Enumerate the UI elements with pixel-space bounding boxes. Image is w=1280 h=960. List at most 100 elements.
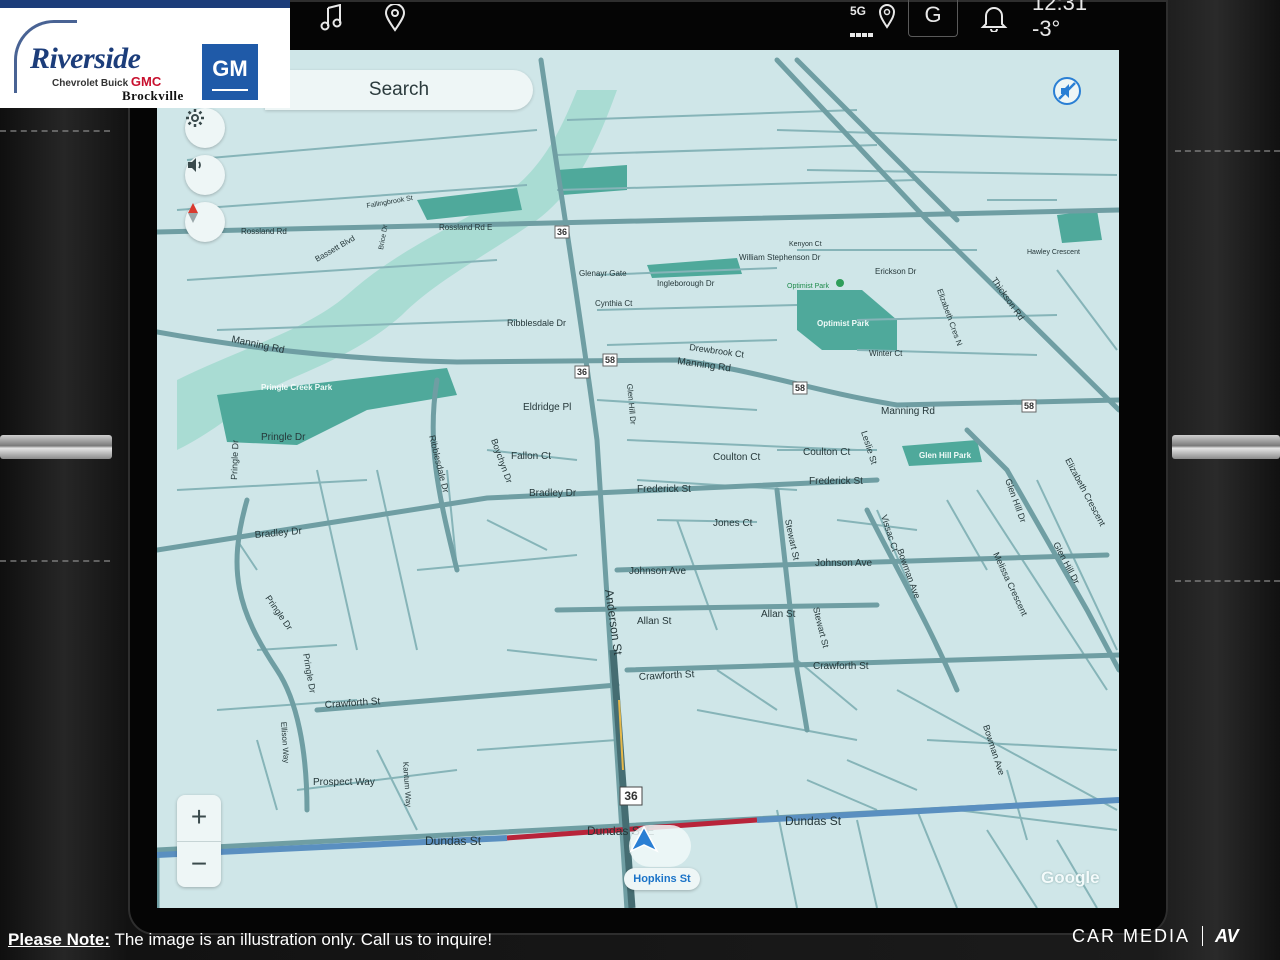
- disclaimer-label: Please Note:: [8, 930, 111, 949]
- street-label: Thickson Rd: [989, 275, 1026, 322]
- disclaimer-text: The image is an illustration only. Call …: [110, 930, 493, 949]
- leather-stitching: [1175, 150, 1280, 152]
- street-label: Drewbrook Ct: [689, 342, 745, 360]
- street-label: Johnson Ave: [815, 558, 873, 569]
- street-label: Prospect Way: [313, 777, 375, 788]
- divider: [1202, 926, 1204, 946]
- volume-button[interactable]: [185, 155, 225, 195]
- street-label: Bassett Blvd: [314, 234, 357, 264]
- car-media-label: CAR MEDIA: [1072, 926, 1191, 946]
- street-label: Ribblesdale Dr: [507, 318, 566, 328]
- street-label: Coulton Ct: [713, 452, 760, 463]
- street-label: Fallon Ct: [511, 451, 551, 462]
- leather-stitching: [0, 560, 110, 562]
- dealer-city: Brockville: [122, 88, 184, 103]
- location-status-icon: [878, 4, 896, 36]
- street-label: Elizabeth Crescent: [1063, 456, 1108, 528]
- park-area: [647, 258, 742, 278]
- network-indicator: 5G: [850, 4, 867, 18]
- street-label: Bowman Ave: [981, 724, 1007, 777]
- car-media-mark: AV: [1215, 926, 1239, 946]
- street-label: Dundas St: [785, 814, 842, 828]
- profile-button[interactable]: G: [908, 0, 958, 37]
- status-bar: 5G G 12:31 -3°: [290, 0, 1150, 50]
- street-label: Manning Rd: [677, 356, 732, 374]
- chrome-trim: [1172, 435, 1280, 459]
- navigation-map[interactable]: 58 58 58 36 36 36 Anderson St Manning Rd…: [157, 50, 1119, 908]
- settings-button[interactable]: [185, 108, 225, 148]
- brand-gmc: GMC: [130, 74, 162, 89]
- route-shield-label: 36: [557, 227, 567, 237]
- dealer-name: Riverside: [30, 42, 141, 75]
- current-location-marker[interactable]: [629, 825, 691, 867]
- street-label: Pringle Dr: [301, 653, 318, 694]
- temperature: -3°: [1032, 16, 1061, 41]
- dealer-logo[interactable]: Riverside Chevrolet Buick GMC Brockville…: [0, 0, 290, 108]
- route-shield-label: 58: [1024, 401, 1034, 411]
- signal-bars-icon: [850, 18, 874, 44]
- route-shield-label: 58: [795, 383, 805, 393]
- street-label: Cynthia Ct: [595, 299, 633, 308]
- search-input[interactable]: Search: [265, 70, 533, 110]
- street-label: Kenyon Ct: [789, 241, 822, 248]
- route-shield-label: 36: [624, 789, 638, 803]
- compass-button[interactable]: [185, 202, 225, 242]
- street-label: Bradley Dr: [529, 488, 577, 499]
- car-media-brand: CAR MEDIA AV: [1072, 926, 1239, 947]
- route-shield-label: 36: [577, 367, 587, 377]
- street-label: Dundas St: [425, 834, 482, 848]
- park-area: [1057, 210, 1102, 243]
- park-label: Optimist Park: [817, 319, 870, 328]
- location-pin-icon[interactable]: [384, 3, 406, 38]
- leather-stitching: [0, 130, 110, 132]
- mute-voice-button[interactable]: [1052, 76, 1086, 110]
- street-label: Crawforth St: [813, 661, 869, 672]
- park-pin-icon[interactable]: [836, 279, 844, 287]
- street-label: Allan St: [637, 616, 672, 627]
- logo-accent-bar: [0, 0, 290, 8]
- street-label: Anderson St: [602, 588, 625, 656]
- street-label: Fallingbrook St: [366, 195, 413, 210]
- music-note-icon[interactable]: [320, 3, 344, 38]
- zoom-in-button[interactable]: +: [177, 795, 221, 841]
- poi-label: Optimist Park: [787, 283, 830, 290]
- current-street-label: Hopkins St: [624, 868, 700, 890]
- street-label: William Stephenson Dr: [739, 253, 821, 262]
- street-label: Vissac Ct: [879, 514, 900, 554]
- zoom-controls: + −: [177, 795, 221, 887]
- bell-icon[interactable]: [980, 4, 1008, 38]
- map-canvas[interactable]: 58 58 58 36 36 36 Anderson St Manning Rd…: [157, 50, 1119, 908]
- street-label: Jones Ct: [713, 518, 753, 529]
- street-label: Eldridge Pl: [523, 402, 571, 413]
- street-label: Manning Rd: [881, 406, 935, 417]
- street-label: Pringle Dr: [261, 432, 306, 443]
- street-label: Hawley Crescent: [1027, 249, 1080, 256]
- street-label: Erickson Dr: [875, 267, 917, 276]
- street-label: Pringle Dr: [263, 593, 294, 632]
- street-label: Ellison Way: [279, 722, 291, 764]
- street-label: Frederick St: [637, 484, 691, 495]
- street-label: Pringle Dr: [229, 440, 240, 480]
- street-label: Leslie St: [859, 430, 879, 466]
- street-label: Johnson Ave: [629, 566, 687, 577]
- street-label: Frederick St: [809, 476, 863, 487]
- gm-badge: GM: [202, 44, 258, 100]
- map-watermark: Google: [1041, 868, 1100, 887]
- street-label: Allan St: [761, 609, 796, 620]
- leather-stitching: [1175, 580, 1280, 582]
- dealer-brands: Chevrolet Buick GMC: [52, 74, 161, 89]
- clock: 12:31: [1032, 0, 1088, 15]
- street-label: Ingleborough Dr: [657, 279, 715, 288]
- disclaimer: Please Note: The image is an illustratio…: [8, 930, 492, 950]
- street-label: Crawforth St: [639, 669, 695, 683]
- zoom-out-button[interactable]: −: [177, 842, 221, 888]
- street-label: Glen Hill Dr: [625, 383, 638, 425]
- street-label: Coulton Ct: [803, 447, 850, 458]
- street-label: Glenayr Gate: [579, 269, 627, 278]
- chrome-trim: [0, 435, 112, 459]
- park-label: Pringle Creek Park: [261, 383, 333, 392]
- street-label: Rossland Rd: [241, 227, 287, 236]
- street-label: Crawforth St: [324, 696, 380, 711]
- park-label: Glen Hill Park: [919, 451, 972, 460]
- street-label: Stewart St: [811, 606, 831, 649]
